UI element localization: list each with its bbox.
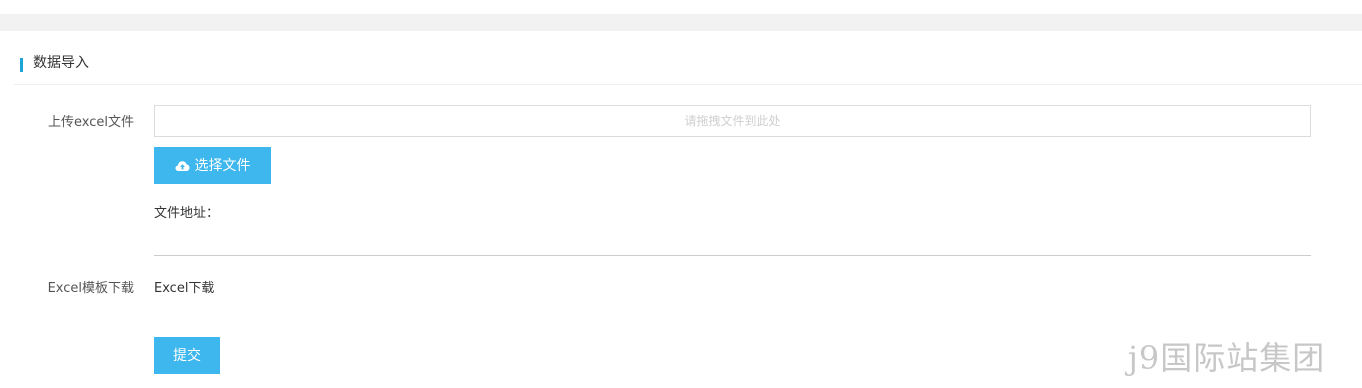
upload-label: 上传excel文件: [48, 115, 134, 130]
watermark-text: j9国际站集团: [1128, 339, 1326, 377]
choose-file-button[interactable]: 选择文件: [154, 147, 271, 184]
excel-download-link[interactable]: Excel下载: [154, 280, 214, 298]
drop-zone-placeholder: 请拖拽文件到此处: [684, 114, 781, 128]
top-bar-shadow: [0, 14, 1362, 31]
template-download-label: Excel模板下载: [47, 281, 134, 296]
cloud-upload-icon: [175, 161, 189, 171]
file-address-label: 文件地址：: [154, 206, 220, 221]
choose-file-label: 选择文件: [194, 157, 251, 173]
form-divider: [154, 255, 1311, 256]
panel-title: 数据导入: [33, 55, 89, 71]
header-accent-bar: [20, 58, 23, 72]
submit-button[interactable]: 提交: [154, 337, 220, 374]
file-drop-zone[interactable]: 请拖拽文件到此处: [154, 105, 1311, 137]
panel-header: 数据导入: [14, 31, 1362, 85]
